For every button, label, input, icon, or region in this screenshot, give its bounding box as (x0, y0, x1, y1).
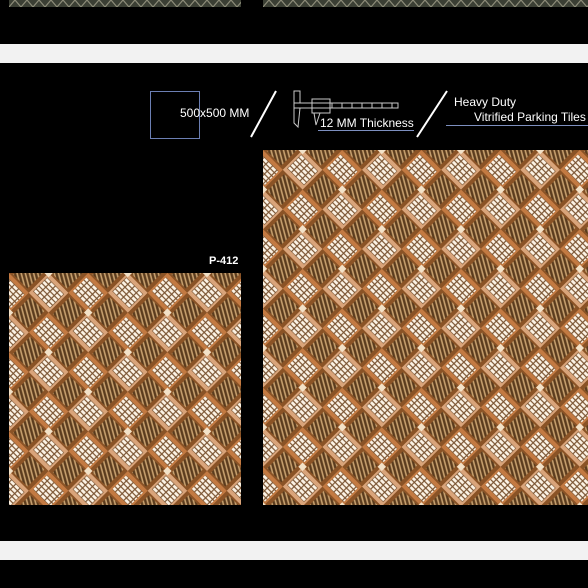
next-product-panel (0, 560, 588, 588)
thickness-underline (318, 130, 414, 131)
thickness-label: 12 MM Thickness (320, 116, 414, 130)
tile-preview-small (9, 273, 241, 505)
previous-tile-strip-left (9, 0, 241, 7)
duty-label-line1: Heavy Duty (454, 95, 517, 109)
tile-preview-large (263, 150, 588, 505)
separator-slash (250, 90, 277, 138)
product-code: P-412 (209, 255, 239, 267)
duty-underline (446, 125, 588, 126)
previous-tile-strip-right (263, 0, 588, 7)
previous-product-panel (0, 0, 588, 44)
duty-label-line2: Vitrified Parking Tiles (474, 110, 586, 124)
separator-slash (416, 90, 448, 138)
size-label: 500x500 MM (180, 106, 250, 120)
product-panel: 500x500 MM 12 MM Thickness Heavy Duty Vi… (0, 63, 588, 541)
